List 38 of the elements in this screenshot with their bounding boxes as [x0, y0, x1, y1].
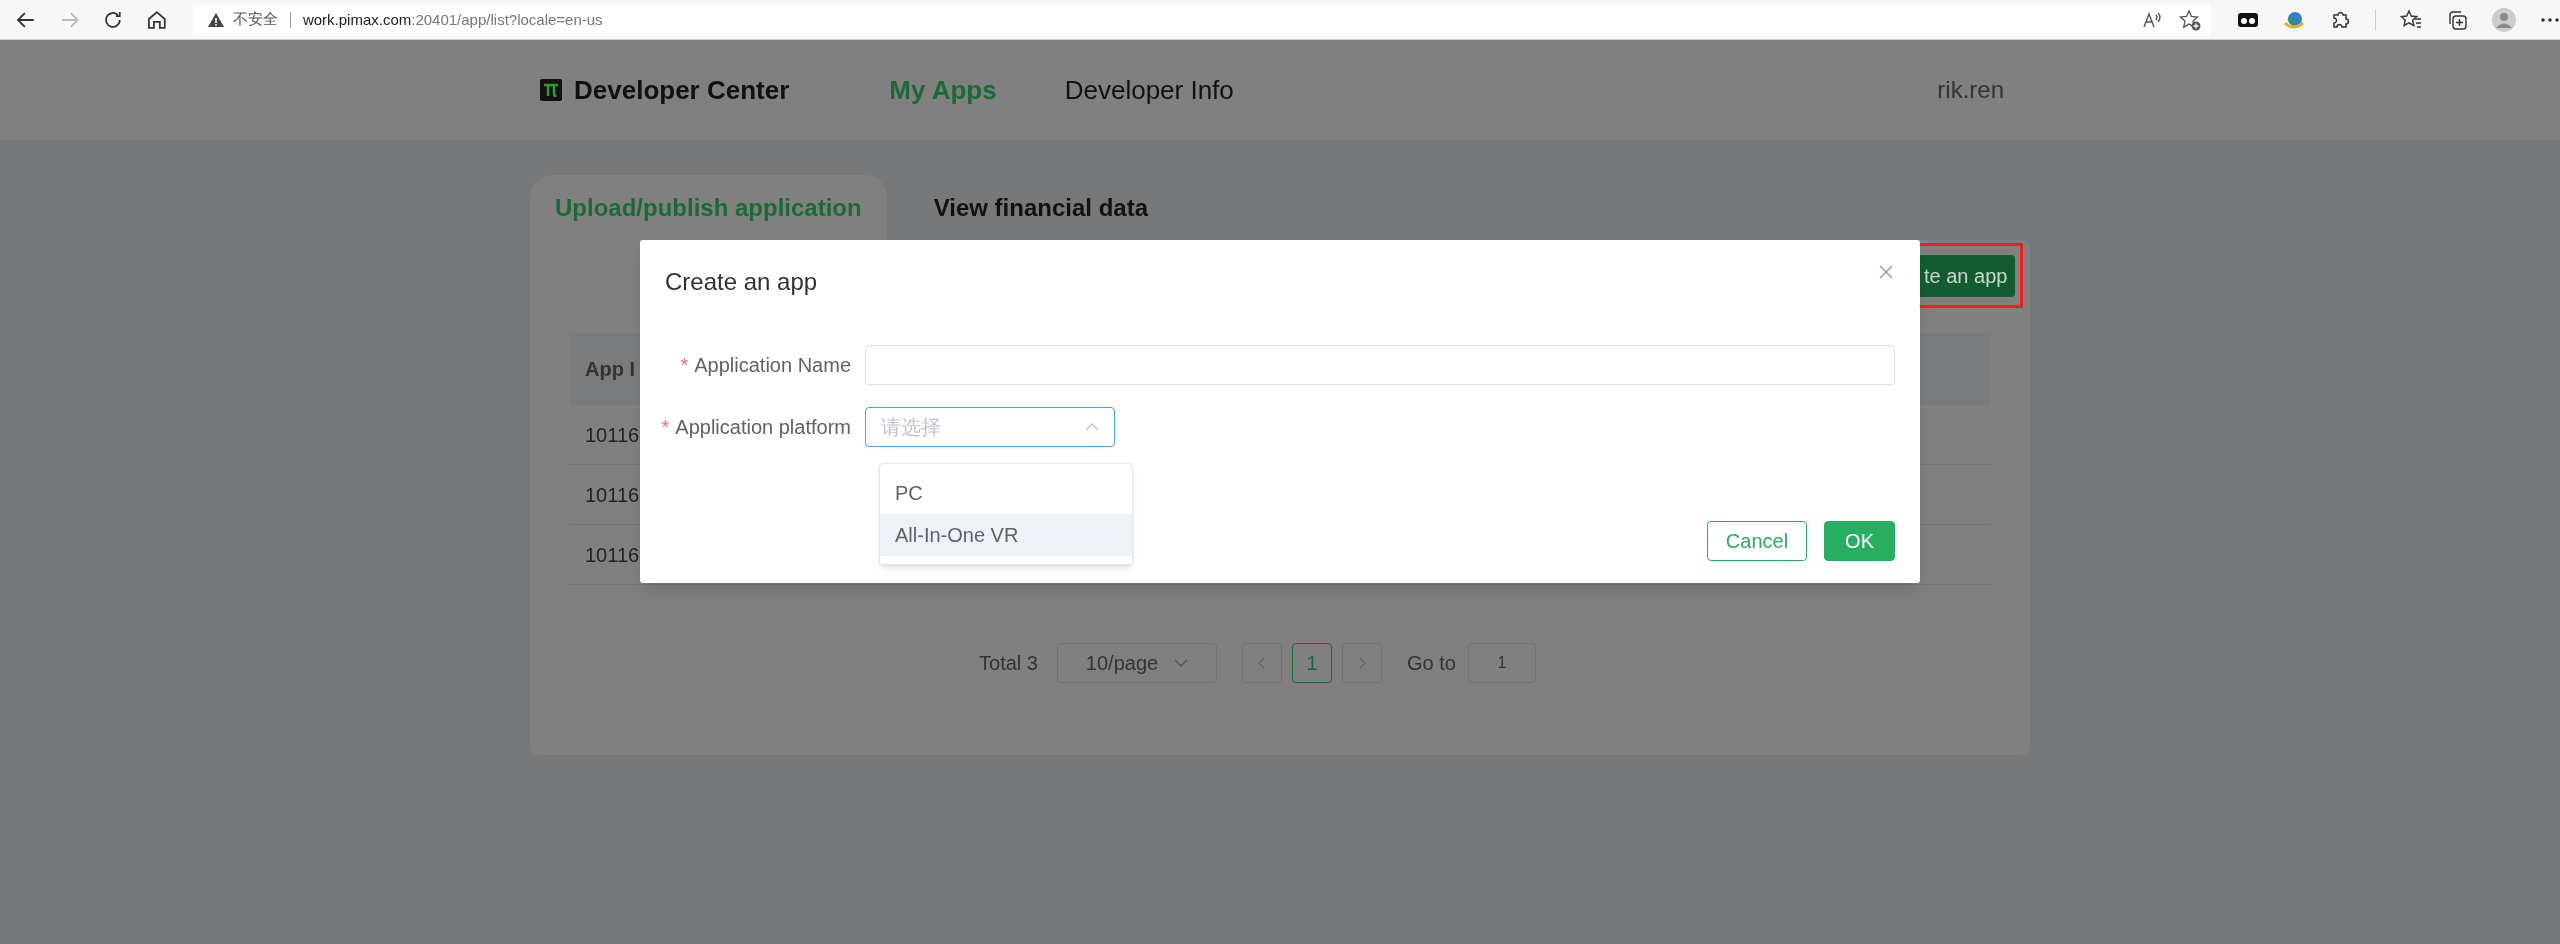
warning-icon	[206, 11, 225, 28]
dialog-title: Create an app	[665, 267, 818, 297]
collections-icon[interactable]	[2446, 8, 2468, 31]
tab[interactable]: View financial data	[908, 175, 1173, 240]
ok-button[interactable]: OK	[1824, 521, 1895, 561]
favorites-icon[interactable]	[2400, 8, 2422, 31]
profile-avatar-icon[interactable]	[2492, 7, 2516, 32]
field-label: * Application Name	[679, 353, 852, 378]
page-button[interactable]: 1	[1292, 643, 1332, 683]
input-field[interactable]	[865, 345, 1895, 385]
security-label: 不安全	[232, 9, 278, 30]
total-count: Total 3	[979, 651, 1038, 676]
more-icon[interactable]	[2540, 16, 2560, 23]
table-cell-text: 10116	[585, 542, 640, 568]
chevron-up-icon	[1085, 423, 1099, 431]
table-cell-text: 10116	[585, 482, 640, 508]
table-cell-text: 10116	[585, 422, 640, 448]
address-bar[interactable]: 不安全 work.pimax.com:20401/app/list?locale=en-us	[192, 3, 2211, 36]
dropdown-option[interactable]: All-In-One VR	[880, 514, 1132, 556]
goto-field[interactable]: 1	[1467, 643, 1536, 683]
close-icon[interactable]	[1879, 265, 1893, 279]
page-size-select[interactable]: 10/page	[1057, 643, 1217, 683]
chevron-down-icon	[1174, 659, 1189, 667]
nav-link[interactable]: My Apps	[889, 70, 997, 110]
tab[interactable]: Upload/publish application	[530, 175, 887, 240]
url-text: work.pimax.com:20401/app/list?locale=en-us	[289, 11, 603, 28]
cancel-button[interactable]: Cancel	[1706, 521, 1808, 561]
user-name[interactable]: rik.ren	[1937, 72, 2004, 108]
brand-name: Developer Center	[574, 73, 790, 107]
select-field[interactable]: 请选择	[865, 407, 1115, 447]
create-app-button[interactable]: te an app	[1920, 255, 2015, 297]
column-header: App I	[585, 357, 635, 382]
logo-icon	[540, 79, 562, 101]
goto-label: Go to	[1407, 651, 1456, 676]
field-label: * Application platform	[660, 415, 852, 440]
dropdown-option[interactable]: PC	[880, 472, 1132, 514]
nav-link[interactable]: Developer Info	[1064, 70, 1234, 110]
favorite-add-icon[interactable]	[2179, 8, 2201, 31]
